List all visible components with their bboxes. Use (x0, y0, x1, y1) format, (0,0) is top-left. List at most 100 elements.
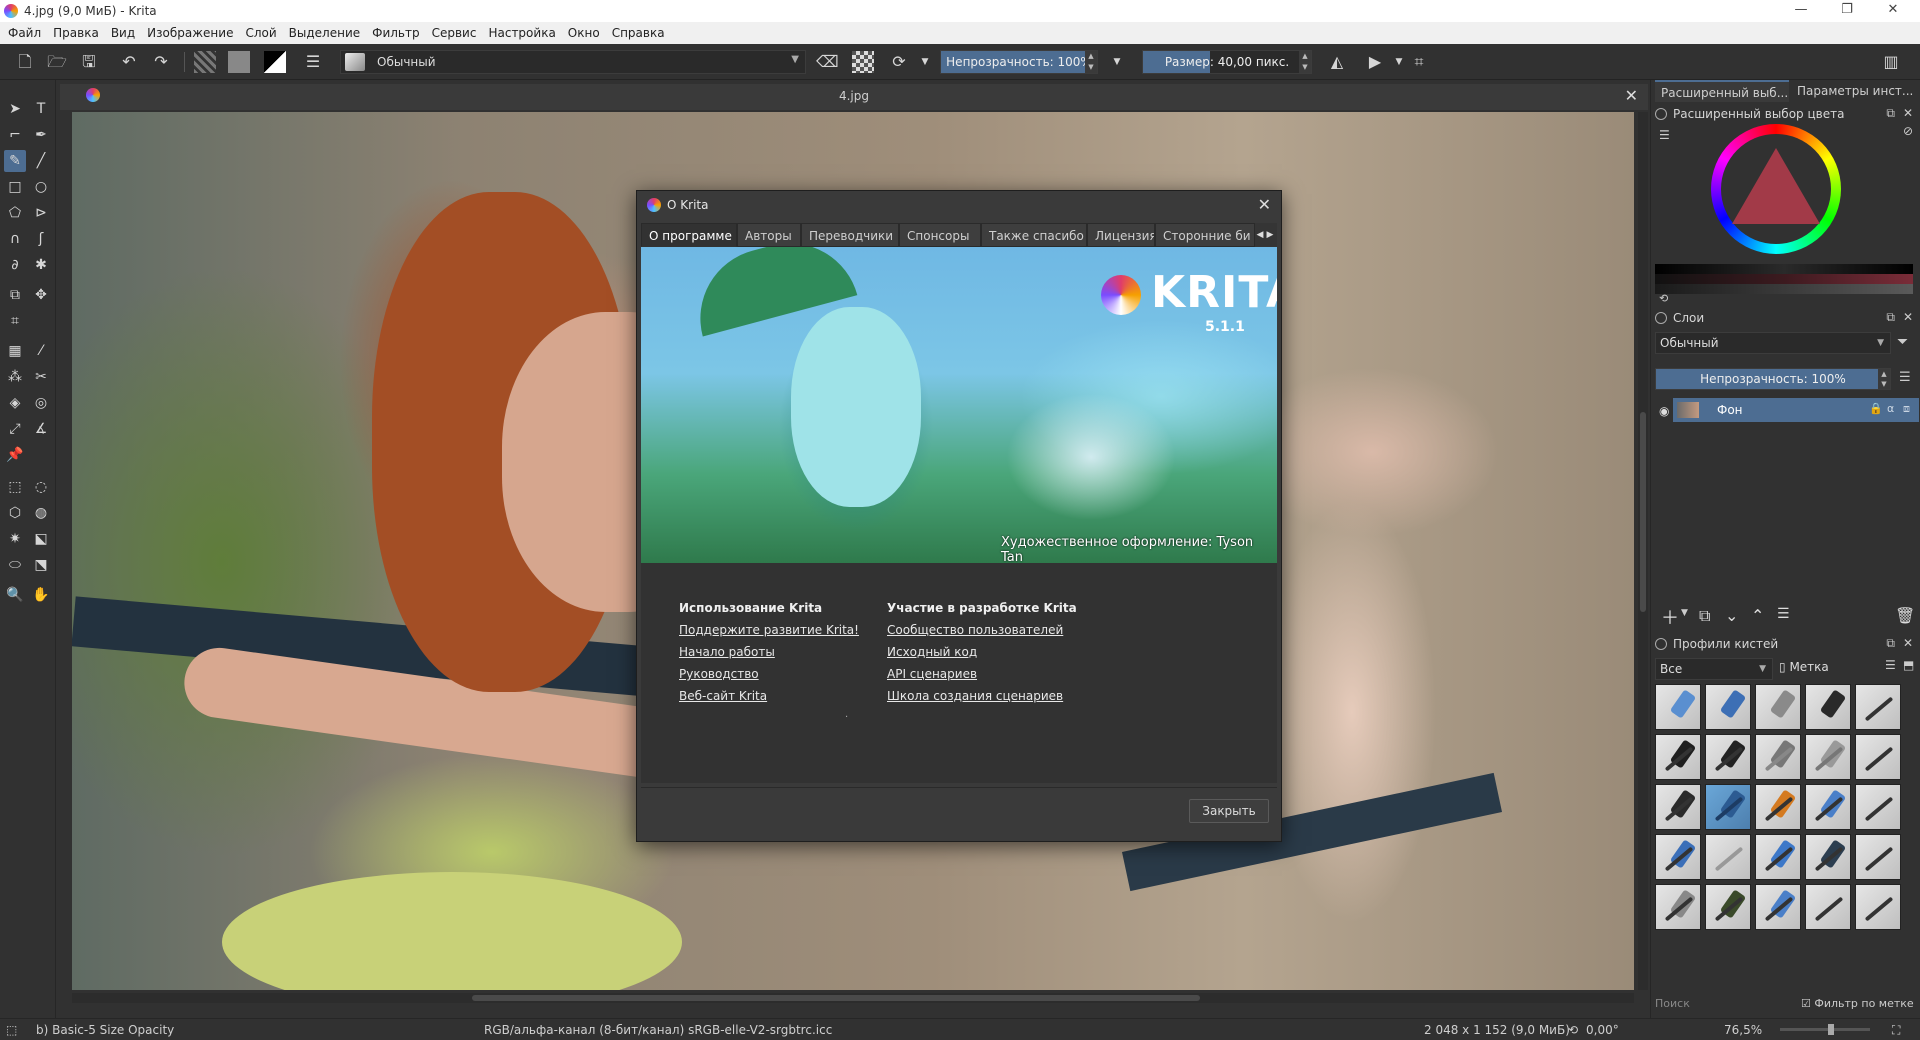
tab-license[interactable]: Лицензия (1087, 223, 1155, 247)
chevron-left-icon[interactable]: ◀ (1255, 227, 1265, 243)
menu-help[interactable]: Справка (606, 22, 671, 44)
reload-preset-icon[interactable]: ⟳ (888, 51, 910, 73)
chevron-down-icon[interactable]: ▼ (914, 51, 936, 73)
layer-opacity-spinner[interactable]: ▲ ▼ (1878, 369, 1890, 389)
chevron-down-icon[interactable]: ▼ (1388, 51, 1410, 73)
open-document-icon[interactable]: 🗁 (46, 51, 68, 73)
ellipse-tool-icon[interactable]: ○ (30, 176, 52, 198)
menu-edit[interactable]: Правка (47, 22, 105, 44)
size-spinner[interactable]: ▲ ▼ (1299, 51, 1311, 73)
tab-thanks[interactable]: Также спасибо (981, 223, 1087, 247)
tab-tool-options[interactable]: Параметры инст... (1791, 80, 1919, 102)
link-manual[interactable]: Руководство (679, 667, 759, 681)
redo-icon[interactable]: ↷ (150, 51, 172, 73)
link-scripting-school[interactable]: Школа создания сценариев (887, 689, 1063, 703)
brush-preset[interactable] (1755, 734, 1801, 780)
chevron-right-icon[interactable]: ▶ (1265, 227, 1275, 243)
brush-preset[interactable] (1755, 684, 1801, 730)
reference-tool-icon[interactable]: 📌 (4, 444, 26, 466)
float-panel-icon[interactable]: ⧉ (1886, 106, 1895, 121)
mirror-vertical-icon[interactable]: ▶ (1364, 51, 1386, 73)
shade-bar[interactable] (1655, 264, 1913, 274)
assistant-tool-icon[interactable]: ⤢ (4, 418, 26, 440)
duplicate-layer-icon[interactable]: ⧉ (1699, 606, 1710, 626)
magnetic-select-icon[interactable]: ⬔ (30, 554, 52, 576)
enclose-fill-icon[interactable]: ◎ (30, 392, 52, 414)
brush-preset[interactable] (1755, 784, 1801, 830)
close-document-icon[interactable]: ✕ (1625, 86, 1638, 105)
similar-select-icon[interactable]: ⬕ (30, 528, 52, 550)
tab-sponsors[interactable]: Спонсоры (899, 223, 981, 247)
gradient-tool-icon[interactable]: ▦ (4, 340, 26, 362)
dynamic-brush-icon[interactable]: ∂ (4, 254, 26, 276)
lock-icon[interactable] (1655, 638, 1667, 650)
crop-tool-icon[interactable]: ⌗ (4, 310, 26, 332)
brush-preset[interactable] (1705, 884, 1751, 930)
float-panel-icon[interactable]: ⧉ (1886, 636, 1895, 651)
brush-search-input[interactable]: Поиск (1655, 994, 1795, 1014)
chevron-down-icon[interactable]: ▼ (1106, 51, 1128, 73)
layer-opacity-slider[interactable]: Непрозрачность: 100% ▲ ▼ (1655, 368, 1891, 390)
brush-preset[interactable] (1755, 884, 1801, 930)
link-source-code[interactable]: Исходный код (887, 645, 977, 659)
contiguous-select-icon[interactable]: ✷ (4, 528, 26, 550)
wrap-around-icon[interactable]: ⌗ (1408, 51, 1430, 73)
horizontal-scrollbar[interactable] (72, 993, 1634, 1003)
brush-preset[interactable] (1805, 784, 1851, 830)
multibrush-icon[interactable]: ✱ (30, 254, 52, 276)
lock-icon[interactable] (1655, 312, 1667, 324)
opacity-spinner[interactable]: ▲ ▼ (1085, 51, 1097, 73)
menu-select[interactable]: Выделение (283, 22, 366, 44)
pattern-icon[interactable] (228, 51, 250, 73)
minimize-button[interactable]: — (1778, 0, 1824, 22)
menu-window[interactable]: Окно (562, 22, 606, 44)
float-panel-icon[interactable]: ⧉ (1886, 310, 1895, 325)
add-layer-icon[interactable]: ＋ (1661, 604, 1679, 630)
rect-select-icon[interactable]: ⬚ (4, 476, 26, 498)
shade-bar[interactable] (1655, 274, 1913, 284)
inherit-alpha-icon[interactable]: ⧈ (1903, 402, 1910, 416)
restore-button[interactable]: ❐ (1824, 0, 1870, 22)
import-icon[interactable]: ⬒ (1903, 658, 1914, 672)
brush-preset[interactable] (1655, 884, 1701, 930)
measure-tool-icon[interactable]: ∡ (30, 418, 52, 440)
smart-patch-icon[interactable]: ✂ (30, 366, 52, 388)
brush-preset[interactable] (1655, 784, 1701, 830)
freehand-select-icon[interactable]: ◍ (30, 502, 52, 524)
blend-mode-select[interactable]: Обычный ▼ (1655, 332, 1891, 354)
bezier-select-icon[interactable]: ⬭ (4, 554, 26, 576)
vertical-scrollbar[interactable] (1638, 112, 1648, 990)
zoom-slider[interactable] (1780, 1024, 1870, 1035)
fullscreen-icon[interactable]: ⛶ (1892, 1023, 1900, 1038)
fg-bg-color-icon[interactable] (264, 51, 286, 73)
move-tool-icon[interactable]: ✥ (30, 284, 52, 306)
brush-preset[interactable] (1855, 834, 1901, 880)
close-panel-icon[interactable]: ✕ (1903, 310, 1913, 324)
lock-icon[interactable]: 🔒 (1869, 402, 1883, 415)
opacity-slider[interactable]: Непрозрачность: 100% ▲ ▼ (940, 50, 1098, 74)
calligraphy-icon[interactable]: ✒ (30, 124, 52, 146)
link-support-krita[interactable]: Поддержите развитие Krita! (679, 623, 859, 637)
link-getting-started[interactable]: Начало работы (679, 645, 775, 659)
brush-filter-select[interactable]: Все ▼ (1655, 658, 1773, 680)
zoom-slider-handle[interactable] (1828, 1024, 1834, 1035)
brush-preset[interactable] (1655, 684, 1701, 730)
brush-preset[interactable] (1755, 834, 1801, 880)
color-wheel[interactable] (1711, 124, 1841, 254)
close-dialog-icon[interactable]: ✕ (1258, 195, 1271, 214)
alpha-lock-icon[interactable] (852, 51, 874, 73)
close-panel-icon[interactable]: ✕ (1903, 636, 1913, 650)
tag-button[interactable]: ▯ Метка (1779, 660, 1829, 674)
layer-row[interactable]: Фон 🔒 α ⧈ (1673, 398, 1919, 422)
layer-properties-icon[interactable]: ☰ (1777, 606, 1790, 622)
view-mode-icon[interactable]: ☰ (1885, 658, 1896, 672)
tab-translators[interactable]: Переводчики (801, 223, 899, 247)
gradient-icon[interactable] (194, 51, 216, 73)
brush-preset-selector[interactable]: Обычный ▼ (340, 50, 806, 74)
polyline-tool-icon[interactable]: ⊳ (30, 202, 52, 224)
link-scripting-api[interactable]: API сценариев (887, 667, 977, 681)
close-panel-icon[interactable]: ✕ (1903, 106, 1913, 120)
brush-settings-icon[interactable]: ☰ (302, 51, 324, 73)
fill-tool-icon[interactable]: ◈ (4, 392, 26, 414)
eraser-icon[interactable]: ⌫ (816, 51, 839, 73)
